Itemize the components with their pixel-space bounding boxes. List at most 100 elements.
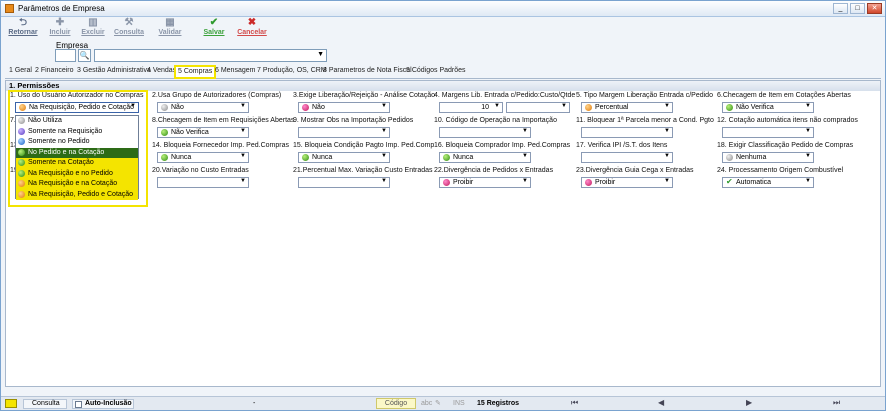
field-10-label: 10. Código de Operação na Importação [434,117,557,124]
empresa-name-select[interactable]: ▼ [94,49,327,62]
toolbar: ⮌ Retornar ✚ Incluir ▥ Excluir ⚒ Consult… [1,18,885,38]
field-24-select[interactable]: ✔ Automatica ▼ [722,177,814,188]
minimize-button[interactable]: _ [833,3,848,14]
chevron-down-icon: ▼ [561,103,567,109]
field-6-select[interactable]: Não Verifica ▼ [722,102,814,113]
close-button[interactable]: ✕ [867,3,882,14]
field-14-select[interactable]: Nunca ▼ [157,152,249,163]
ins-indicator: INS [453,400,465,407]
tab-compras[interactable]: 5 Compras [174,65,217,79]
edit-indicator-icon: ✎ [435,400,441,407]
incluir-button[interactable]: ✚ Incluir [47,18,73,38]
wrench-icon: ⚒ [124,17,134,28]
chevron-down-icon: ▼ [240,178,246,184]
tab-parametros-nota-fiscal[interactable]: 8 Parametros de Nota Fiscal [323,67,412,78]
status-dot-icon [161,154,168,161]
window-controls: _ □ ✕ [833,3,882,14]
chevron-down-icon: ▼ [381,153,387,159]
chevron-down-icon: ▼ [664,178,670,184]
main-window: Parâmetros de Empresa _ □ ✕ ⮌ Retornar ✚… [0,0,886,411]
cancelar-button[interactable]: ✖ Cancelar [235,18,269,38]
field-20-label: 20.Variação no Custo Entradas [152,167,249,174]
field-23-select[interactable]: Proibir ▼ [581,177,673,188]
field-21-select[interactable]: ▼ [298,177,390,188]
validate-icon: ▦ [165,17,175,28]
tab-mensagem[interactable]: 6 Mensagem [215,67,255,78]
title-bar: Parâmetros de Empresa _ □ ✕ [1,1,885,17]
field-3-label: 3.Exige Liberação/Rejeição - Análise Cot… [293,92,436,99]
tab-producao-os-crm[interactable]: 7 Produção, OS, CRM [257,67,327,78]
last-record-icon[interactable]: ⏭ [833,398,840,408]
empresa-search-button[interactable]: 🔍 [78,49,91,62]
tab-financeiro[interactable]: 2 Financeiro [35,67,74,78]
consulta-button[interactable]: ⚒ Consulta [112,18,146,38]
tab-bar: 1 Geral 2 Financeiro 3 Gestão Administra… [5,65,881,79]
chevron-down-icon: ▼ [240,103,246,109]
tab-vendas[interactable]: 4 Vendas [147,67,176,78]
consulta-status[interactable]: Consulta [23,399,67,409]
field-5-label: 5. Tipo Margem Liberação Entrada c/Pedid… [576,92,713,99]
retornar-button[interactable]: ⮌ Retornar [7,18,39,38]
field-16-label: 16. Bloqueia Comprador Imp. Ped.Compras [434,142,571,149]
chevron-down-icon: ▼ [317,51,324,58]
field-2-label: 2.Usa Grupo de Autorizadores (Compras) [152,92,282,99]
previous-record-icon[interactable]: ◀ [658,398,664,407]
excluir-button[interactable]: ▥ Excluir [80,18,106,38]
field-11-select[interactable]: ▼ [581,127,673,138]
empresa-code-input[interactable] [55,49,76,62]
chevron-down-icon: ▼ [805,128,811,134]
highlight-annotation [8,90,148,207]
x-icon: ✖ [247,17,257,28]
field-5-select[interactable]: Percentual ▼ [581,102,673,113]
plus-icon: ✚ [55,17,65,28]
field-3-select[interactable]: Não ▼ [298,102,390,113]
field-10-select[interactable]: ▼ [439,127,531,138]
maximize-button[interactable]: □ [850,3,865,14]
status-dot-icon [161,129,168,136]
field-6-label: 6.Checagem de Item em Cotações Abertas [717,92,851,99]
field-16-select[interactable]: Nunca ▼ [439,152,531,163]
next-record-icon[interactable]: ▶ [746,398,752,407]
field-22-label: 22.Divergência de Pedidos x Entradas [434,167,554,174]
chevron-down-icon: ▼ [522,178,528,184]
tab-geral[interactable]: 1 Geral [9,67,32,78]
field-18-select[interactable]: Nenhuma ▼ [722,152,814,163]
abc-indicator: abc [421,400,433,407]
return-arrow-icon: ⮌ [18,17,27,28]
field-2-select[interactable]: Não ▼ [157,102,249,113]
field-17-select[interactable]: ▼ [581,152,673,163]
field-22-select[interactable]: Proibir ▼ [439,177,531,188]
status-dot-icon [302,104,309,111]
status-dot-icon [302,154,309,161]
chevron-down-icon: ▼ [664,128,670,134]
field-12-select[interactable]: ▼ [722,127,814,138]
app-icon [5,4,14,13]
field-23-label: 23.Divergência Guia Cega x Entradas [576,167,694,174]
field-4-custo-select[interactable]: 10 ▼ [439,102,503,113]
chevron-down-icon: ▼ [664,103,670,109]
codigo-button[interactable]: Código [376,398,416,409]
validar-button[interactable]: ▦ Validar [157,18,183,38]
tab-codigos-padroes[interactable]: 9 Códigos Padrões [406,67,466,78]
status-dot-icon [726,104,733,111]
field-9-select[interactable]: ▼ [298,127,390,138]
field-15-label: 15. Bloqueia Condição Pagto Imp. Ped.Com… [293,142,435,149]
field-20-select[interactable]: ▼ [157,177,249,188]
window-title: Parâmetros de Empresa [18,4,105,13]
checkmark-icon: ✔ [209,17,219,28]
chevron-down-icon: ▼ [664,153,670,159]
field-4-qtde-select[interactable]: ▼ [506,102,570,113]
field-15-select[interactable]: Nunca ▼ [298,152,390,163]
field-17-label: 17. Verifica IPI /S.T. dos Itens [576,142,668,149]
auto-inclusao-toggle[interactable]: Auto-Inclusão [72,399,134,409]
chevron-down-icon: ▼ [240,153,246,159]
field-8-select[interactable]: Não Verifica ▼ [157,127,249,138]
chevron-down-icon: ▼ [381,103,387,109]
auto-inclusao-checkbox[interactable] [75,401,82,408]
salvar-button[interactable]: ✔ Salvar [201,18,227,38]
tab-gestao-administrativa[interactable]: 3 Gestão Administrativa [77,67,151,78]
first-record-icon[interactable]: ⏮ [571,398,578,408]
record-count: 15 Registros [477,400,520,407]
trash-icon: ▥ [88,17,98,28]
chevron-down-icon: ▼ [805,103,811,109]
